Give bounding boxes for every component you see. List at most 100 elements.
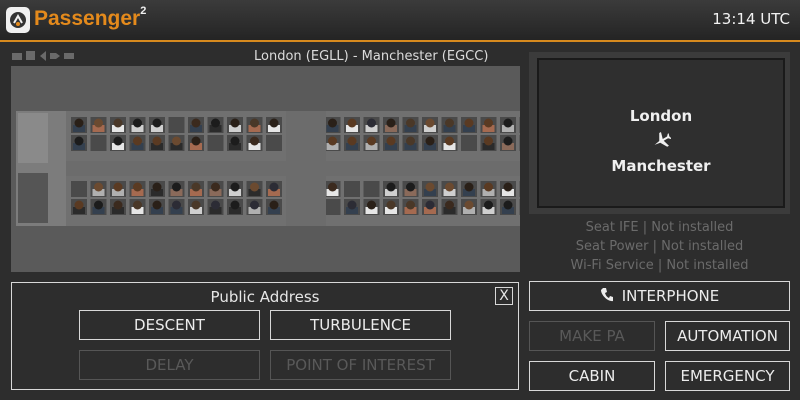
emergency-button[interactable]: EMERGENCY [665, 361, 790, 391]
seat[interactable] [227, 117, 243, 133]
seat[interactable] [383, 135, 399, 151]
seat[interactable] [461, 135, 477, 151]
seat[interactable] [519, 181, 521, 197]
seat[interactable] [129, 199, 146, 215]
seat[interactable] [149, 199, 165, 215]
seat[interactable] [266, 117, 282, 133]
seat[interactable] [246, 199, 263, 215]
seat[interactable] [324, 199, 341, 215]
seat[interactable] [402, 135, 419, 151]
seat[interactable] [422, 181, 438, 197]
seat[interactable] [227, 135, 243, 151]
seat[interactable] [344, 117, 360, 133]
seat[interactable] [149, 135, 165, 151]
seat[interactable] [441, 199, 458, 215]
seat[interactable] [168, 117, 185, 133]
seat[interactable] [383, 181, 399, 197]
seat[interactable] [149, 181, 165, 197]
seat[interactable] [110, 117, 126, 133]
seat[interactable] [500, 181, 516, 197]
seat[interactable] [227, 181, 243, 197]
seat[interactable] [110, 181, 126, 197]
delay-button[interactable]: DELAY [79, 350, 260, 380]
seat[interactable] [500, 135, 516, 151]
seat[interactable] [383, 117, 399, 133]
seat[interactable] [461, 199, 477, 215]
seat[interactable] [90, 199, 107, 215]
seat[interactable] [402, 181, 419, 197]
seat[interactable] [188, 117, 204, 133]
seat[interactable] [363, 199, 380, 215]
seat[interactable] [519, 199, 521, 215]
seat[interactable] [422, 117, 438, 133]
seat[interactable] [480, 199, 497, 215]
seat[interactable] [110, 135, 126, 151]
make-pa-button[interactable]: MAKE PA [529, 321, 655, 351]
cabin-button[interactable]: CABIN [529, 361, 655, 391]
seat[interactable] [461, 181, 477, 197]
seat[interactable] [207, 199, 224, 215]
seat[interactable] [480, 117, 497, 133]
seat[interactable] [246, 135, 263, 151]
seat[interactable] [71, 199, 87, 215]
seat[interactable] [402, 199, 419, 215]
seat[interactable] [402, 117, 419, 133]
cabin-seat-map[interactable] [16, 111, 520, 226]
seat[interactable] [500, 199, 516, 215]
seat[interactable] [344, 199, 360, 215]
seat[interactable] [500, 117, 516, 133]
seat[interactable] [188, 135, 204, 151]
seat[interactable] [168, 199, 185, 215]
seat[interactable] [149, 117, 165, 133]
seat[interactable] [168, 181, 185, 197]
seat[interactable] [266, 199, 282, 215]
automation-button[interactable]: AUTOMATION [665, 321, 790, 351]
seat[interactable] [129, 117, 146, 133]
seat[interactable] [168, 135, 185, 151]
seat[interactable] [441, 135, 458, 151]
seat[interactable] [363, 181, 380, 197]
seat[interactable] [266, 181, 282, 197]
seat[interactable] [207, 181, 224, 197]
seat[interactable] [266, 135, 282, 151]
descent-button[interactable]: DESCENT [79, 310, 260, 340]
seat[interactable] [363, 117, 380, 133]
seat[interactable] [90, 135, 107, 151]
seat[interactable] [207, 117, 224, 133]
seat[interactable] [188, 181, 204, 197]
seat[interactable] [324, 181, 341, 197]
seat[interactable] [363, 135, 380, 151]
seat[interactable] [441, 181, 458, 197]
seat[interactable] [480, 135, 497, 151]
seat[interactable] [129, 135, 146, 151]
seat[interactable] [461, 117, 477, 133]
seat[interactable] [519, 117, 521, 133]
close-button[interactable]: X [495, 287, 513, 305]
seat[interactable] [71, 181, 87, 197]
seat[interactable] [90, 117, 107, 133]
seat[interactable] [344, 135, 360, 151]
seat[interactable] [246, 181, 263, 197]
seat[interactable] [519, 135, 521, 151]
seat[interactable] [422, 135, 438, 151]
seat[interactable] [324, 135, 341, 151]
seat[interactable] [344, 181, 360, 197]
seat[interactable] [188, 199, 204, 215]
seat[interactable] [227, 199, 243, 215]
seat[interactable] [71, 135, 87, 151]
map-toolbar-icons[interactable] [12, 50, 76, 62]
seat[interactable] [383, 199, 399, 215]
seat[interactable] [90, 181, 107, 197]
turbulence-button[interactable]: TURBULENCE [270, 310, 451, 340]
seat[interactable] [110, 199, 126, 215]
seat[interactable] [71, 117, 87, 133]
seat[interactable] [422, 199, 438, 215]
interphone-button[interactable]: INTERPHONE [529, 281, 790, 311]
seat[interactable] [324, 117, 341, 133]
seat[interactable] [207, 135, 224, 151]
seat[interactable] [480, 181, 497, 197]
seat[interactable] [246, 117, 263, 133]
point-of-interest-button[interactable]: POINT OF INTEREST [270, 350, 451, 380]
seat[interactable] [129, 181, 146, 197]
seat[interactable] [441, 117, 458, 133]
